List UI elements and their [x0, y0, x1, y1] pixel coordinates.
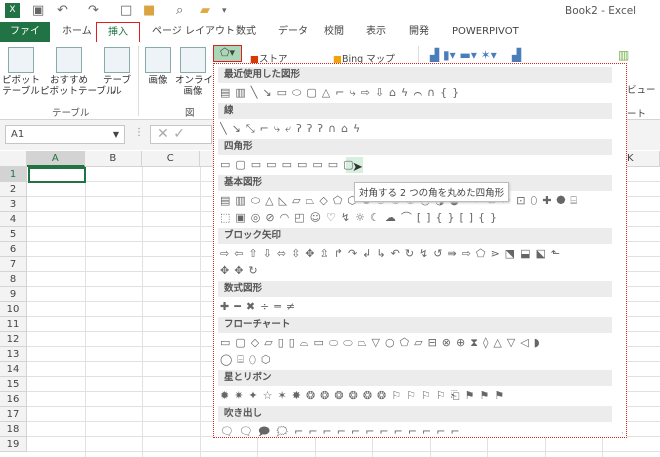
- pivot-table-icon: [8, 47, 34, 73]
- shapes-icon: ⬠▾: [219, 46, 236, 59]
- shape-row[interactable]: ◯⌸⬯⬡: [220, 352, 620, 368]
- partial-label: ビュー: [627, 85, 656, 96]
- shape-row[interactable]: ⇨⇦⇧⇩⬄⇳✥⇫↱↷↲↳↶↻↯↺⇛⇨⬠⋗⬔⬓⬕⬑: [220, 246, 620, 262]
- print-preview-icon[interactable]: ⌕: [176, 3, 183, 18]
- mouse-cursor-icon: ➤: [352, 160, 363, 175]
- row-header-19[interactable]: 19: [0, 437, 27, 452]
- table-icon: [104, 47, 130, 73]
- shape-row[interactable]: ✚━✖÷═≠: [220, 299, 620, 315]
- section-header: 線: [218, 103, 612, 119]
- tab-formulas[interactable]: 数式: [230, 22, 262, 42]
- row-header-6[interactable]: 6: [0, 242, 27, 257]
- folder-icon[interactable]: ■: [143, 3, 155, 18]
- table-label: テーブル: [103, 75, 131, 97]
- row-header-1[interactable]: 1: [0, 167, 27, 182]
- select-all-corner[interactable]: [0, 151, 27, 167]
- recommended-pivot-icon: [56, 47, 82, 73]
- group-label-illustrations: 図: [185, 108, 195, 119]
- tab-review[interactable]: 校閲: [318, 22, 350, 42]
- save-icon[interactable]: ▣: [32, 3, 44, 18]
- row-header-16[interactable]: 16: [0, 392, 27, 407]
- shape-row[interactable]: ⬚▣◎⊘◠◰☺♡↯☼☾☁⌒[]{}[]{}: [220, 210, 620, 226]
- section-header: 四角形: [218, 139, 612, 155]
- chevron-down-icon: ▼: [112, 130, 119, 139]
- cancel-icon[interactable]: ✕: [157, 126, 169, 142]
- name-box[interactable]: A1 ▼: [5, 125, 125, 144]
- row-header-7[interactable]: 7: [0, 257, 27, 272]
- title-bar: X ▣ ↶ ↷ □ ■ ⌕ ▰ ▾ Book2 - Excel: [0, 0, 660, 22]
- tab-view[interactable]: 表示: [360, 22, 392, 42]
- shape-tooltip: 対角する 2 つの角を丸めた四角形: [354, 182, 510, 202]
- resize-grip-icon[interactable]: ⠠: [619, 428, 624, 436]
- tab-data[interactable]: データ: [272, 22, 314, 42]
- shape-row[interactable]: ✹✷✦☆✶✸❂❂❂❂❂❂⚐⚐⚐⚐⎗⚑⚑⚑: [220, 388, 620, 404]
- row-header-11[interactable]: 11: [0, 317, 27, 332]
- recommended-pivot-button[interactable]: おすすめ ピボットテーブル: [40, 47, 115, 97]
- partial-group-label: ート: [627, 109, 647, 120]
- customize-qat-icon[interactable]: ▾: [222, 6, 227, 16]
- pivot-table-label: ピボット テーブル: [2, 75, 41, 97]
- column-header-B[interactable]: B: [85, 151, 142, 167]
- row-header-3[interactable]: 3: [0, 197, 27, 212]
- shape-row[interactable]: ╲↘⤡⌐⤷⤶ʔʔʔ∩⌂ϟ: [220, 121, 620, 137]
- section-header: 星とリボン: [218, 370, 612, 386]
- window-title: Book2 - Excel: [565, 5, 637, 17]
- tab-file[interactable]: ファイル: [0, 22, 50, 57]
- row-header-5[interactable]: 5: [0, 227, 27, 242]
- chart-icons[interactable]: ▟ ▮▾ ▬▾ ✶▾ ▟: [430, 48, 521, 62]
- tab-powerpivot[interactable]: POWERPIVOT: [446, 22, 525, 42]
- section-header: 最近使用した図形: [218, 67, 612, 83]
- formula-buttons: ✕ ✓: [150, 125, 212, 144]
- name-box-value: A1: [11, 129, 25, 140]
- row-header-12[interactable]: 12: [0, 332, 27, 347]
- group-divider: [138, 46, 139, 116]
- picture-button[interactable]: 画像: [143, 47, 173, 86]
- picture-icon: [145, 47, 171, 73]
- tab-developer[interactable]: 開発: [403, 22, 435, 42]
- enter-icon[interactable]: ✓: [173, 126, 185, 142]
- group-label-table: テーブル: [52, 108, 90, 119]
- row-header-4[interactable]: 4: [0, 212, 27, 227]
- sparkline-icon[interactable]: ▥: [618, 48, 629, 62]
- row-header-9[interactable]: 9: [0, 287, 27, 302]
- column-header-A[interactable]: A: [27, 151, 85, 167]
- shape-row[interactable]: 🗨🗨🗩🗯⌐⌐⌐⌐⌐⌐⌐⌐⌐⌐⌐⌐: [220, 424, 620, 440]
- table-button[interactable]: テーブル: [100, 47, 134, 97]
- shape-row[interactable]: ▭▢◇▱▯▯⌓▭⬭⬭⏢▽○⬠▱⊟⊗⊕⧗◊△▽◁◗: [220, 335, 620, 351]
- active-cell-a1[interactable]: [28, 167, 86, 183]
- ribbon-tabs: ファイル ホーム 挿入 ページ レイアウト 数式 データ 校閲 表示 開発 PO…: [0, 22, 660, 57]
- redo-icon[interactable]: ↷: [88, 3, 99, 18]
- tab-home[interactable]: ホーム: [56, 22, 98, 42]
- section-header: ブロック矢印: [218, 228, 612, 244]
- shapes-gallery: 最近使用した図形 ▤▥╲↘▭⬭▢△⌐⤷⇨⇩⌂ϟ⌒∩{} 線 ╲↘⤡⌐⤷⤶ʔʔʔ∩⌂ϟ 四…: [213, 63, 627, 438]
- row-header-13[interactable]: 13: [0, 347, 27, 362]
- shape-row[interactable]: ▭▢▭▭▭▭▭▭▢: [220, 157, 620, 173]
- shape-row[interactable]: ▤▥╲↘▭⬭▢△⌐⤷⇨⇩⌂ϟ⌒∩{}: [220, 85, 620, 101]
- section-header: 数式図形: [218, 281, 612, 297]
- new-file-icon[interactable]: □: [120, 3, 132, 18]
- shapes-button[interactable]: ⬠▾: [213, 45, 242, 62]
- more-icon: ⋮: [134, 127, 144, 138]
- tab-page-layout[interactable]: ページ レイアウト: [146, 22, 241, 42]
- column-header-C[interactable]: C: [142, 151, 200, 167]
- pivot-table-button[interactable]: ピボット テーブル: [2, 47, 40, 97]
- section-header: フローチャート: [218, 317, 612, 333]
- row-header-2[interactable]: 2: [0, 182, 27, 197]
- undo-icon[interactable]: ↶: [57, 3, 68, 18]
- tab-insert[interactable]: 挿入: [96, 22, 140, 42]
- row-header-17[interactable]: 17: [0, 407, 27, 422]
- row-header-8[interactable]: 8: [0, 272, 27, 287]
- grid-line: [27, 451, 660, 452]
- row-header-10[interactable]: 10: [0, 302, 27, 317]
- open-icon[interactable]: ▰: [200, 3, 210, 18]
- row-header-18[interactable]: 18: [0, 422, 27, 437]
- online-picture-button[interactable]: オンライン 画像: [175, 47, 223, 97]
- online-picture-icon: [180, 47, 206, 73]
- row-header-15[interactable]: 15: [0, 377, 27, 392]
- section-header: 吹き出し: [218, 406, 612, 422]
- excel-logo-icon: X: [5, 3, 20, 18]
- picture-label: 画像: [148, 75, 168, 86]
- shape-row[interactable]: ✥✥↻: [220, 263, 620, 279]
- row-header-14[interactable]: 14: [0, 362, 27, 377]
